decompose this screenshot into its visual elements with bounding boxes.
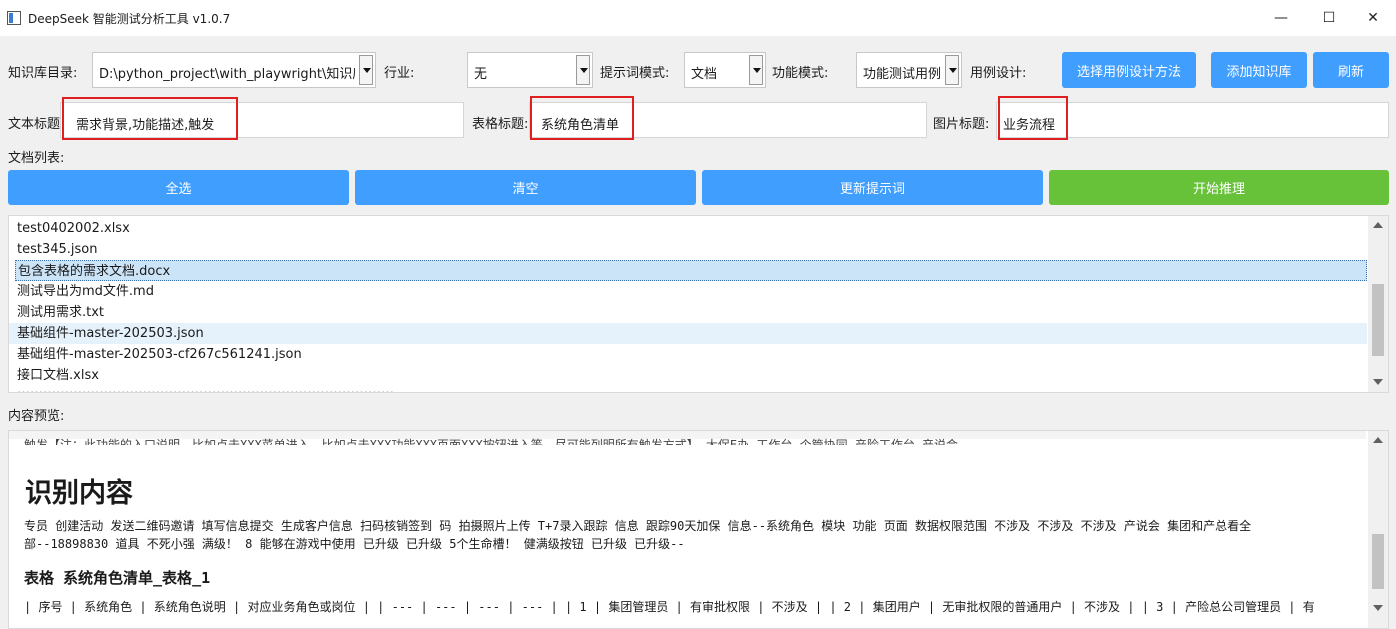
case-design-label: 用例设计:: [970, 66, 1027, 81]
industry-value: 无: [474, 67, 488, 82]
list-item[interactable]: test345.json: [9, 239, 1367, 260]
preview-paragraph: 专员 创建活动 发送二维码邀请 填写信息提交 生成客户信息 扫码核销签到 码 拍…: [24, 519, 1252, 533]
industry-select[interactable]: 无: [467, 52, 593, 88]
preview-scrollbar[interactable]: [1368, 431, 1388, 628]
content-preview-label: 内容预览:: [8, 409, 65, 424]
kb-dir-select[interactable]: D:\python_project\with_playwright\知识库: [92, 52, 376, 88]
title-bar: DeepSeek 智能测试分析工具 v1.0.7 — ☐ ✕: [0, 0, 1396, 36]
scroll-down-icon[interactable]: [1373, 379, 1383, 385]
list-item[interactable]: 接口文档.xlsx: [9, 365, 1367, 386]
list-item[interactable]: 基础组件-master-202503-cf267c561241.json: [9, 344, 1367, 365]
text-title-label: 文本标题: [8, 117, 61, 132]
prompt-mode-value: 文档: [691, 67, 718, 82]
clear-button[interactable]: 清空: [355, 170, 696, 205]
preview-table-line: | 序号 | 系统角色 | 系统角色说明 | 对应业务角色或岗位 | | ---…: [24, 600, 1315, 614]
doc-list-label: 文档列表:: [8, 151, 65, 166]
func-mode-label: 功能模式:: [772, 66, 829, 81]
scroll-up-icon[interactable]: [1373, 222, 1383, 228]
kb-dir-label: 知识库目录:: [8, 66, 78, 81]
prompt-mode-select[interactable]: 文档: [684, 52, 766, 88]
document-list-scrollbar[interactable]: [1368, 216, 1388, 392]
industry-label: 行业:: [384, 66, 415, 81]
app-icon: [7, 11, 21, 25]
list-item[interactable]: 基础组件-master-202503.json: [9, 323, 1367, 344]
update-prompt-button[interactable]: 更新提示词: [702, 170, 1043, 205]
refresh-button[interactable]: 刷新: [1313, 52, 1389, 88]
func-mode-select[interactable]: 功能测试用例: [856, 52, 962, 88]
chevron-down-icon[interactable]: [945, 55, 959, 85]
document-list[interactable]: test0402002.xlsx test345.json 包含表格的需求文档.…: [8, 215, 1389, 393]
maximize-button[interactable]: ☐: [1306, 0, 1352, 36]
scroll-thumb[interactable]: [1372, 284, 1384, 356]
close-button[interactable]: ✕: [1350, 0, 1396, 36]
scroll-up-icon[interactable]: [1373, 437, 1383, 443]
select-all-button[interactable]: 全选: [8, 170, 349, 205]
table-title-highlight: [530, 96, 634, 140]
image-title-label: 图片标题:: [933, 117, 990, 132]
list-item[interactable]: 测试用需求.txt: [9, 302, 1367, 323]
list-item[interactable]: test0402002.xlsx: [9, 218, 1367, 239]
preview-cut-line: 触发【注：此功能的入口说明，比如点击XXX菜单进入、比如点击XXX功能XXX页面…: [24, 438, 959, 445]
preview-paragraph: 部--18898830 道具 不死小强 满级！ 8 能够在游戏中使用 已升级 已…: [24, 537, 685, 551]
func-mode-value: 功能测试用例: [863, 67, 942, 82]
list-item-selected[interactable]: 包含表格的需求文档.docx: [15, 260, 1367, 281]
preview-heading: 识别内容: [25, 478, 133, 509]
chevron-down-icon[interactable]: [749, 55, 763, 85]
prompt-mode-label: 提示词模式:: [600, 66, 670, 81]
kb-dir-value: D:\python_project\with_playwright\知识库: [99, 67, 355, 82]
select-design-method-button[interactable]: 选择用例设计方法: [1062, 52, 1196, 88]
window-title: DeepSeek 智能测试分析工具 v1.0.7: [28, 12, 231, 26]
minimize-button[interactable]: —: [1258, 0, 1304, 36]
chevron-down-icon[interactable]: [359, 55, 373, 85]
list-item[interactable]: ……………………………………………………………………………: [9, 387, 1367, 392]
preview-table-heading: 表格 系统角色清单_表格_1: [24, 569, 211, 587]
table-title-label: 表格标题:: [472, 117, 529, 132]
scroll-thumb[interactable]: [1372, 534, 1384, 589]
chevron-down-icon[interactable]: [576, 55, 590, 85]
list-item[interactable]: 测试导出为md文件.md: [9, 281, 1367, 302]
image-title-highlight: [998, 96, 1068, 140]
add-knowledge-base-button[interactable]: 添加知识库: [1211, 52, 1307, 88]
start-inference-button[interactable]: 开始推理: [1049, 170, 1389, 205]
text-title-highlight: [62, 97, 238, 140]
scroll-down-icon[interactable]: [1373, 605, 1383, 611]
content-preview[interactable]: 触发【注：此功能的入口说明，比如点击XXX菜单进入、比如点击XXX功能XXX页面…: [8, 430, 1389, 629]
